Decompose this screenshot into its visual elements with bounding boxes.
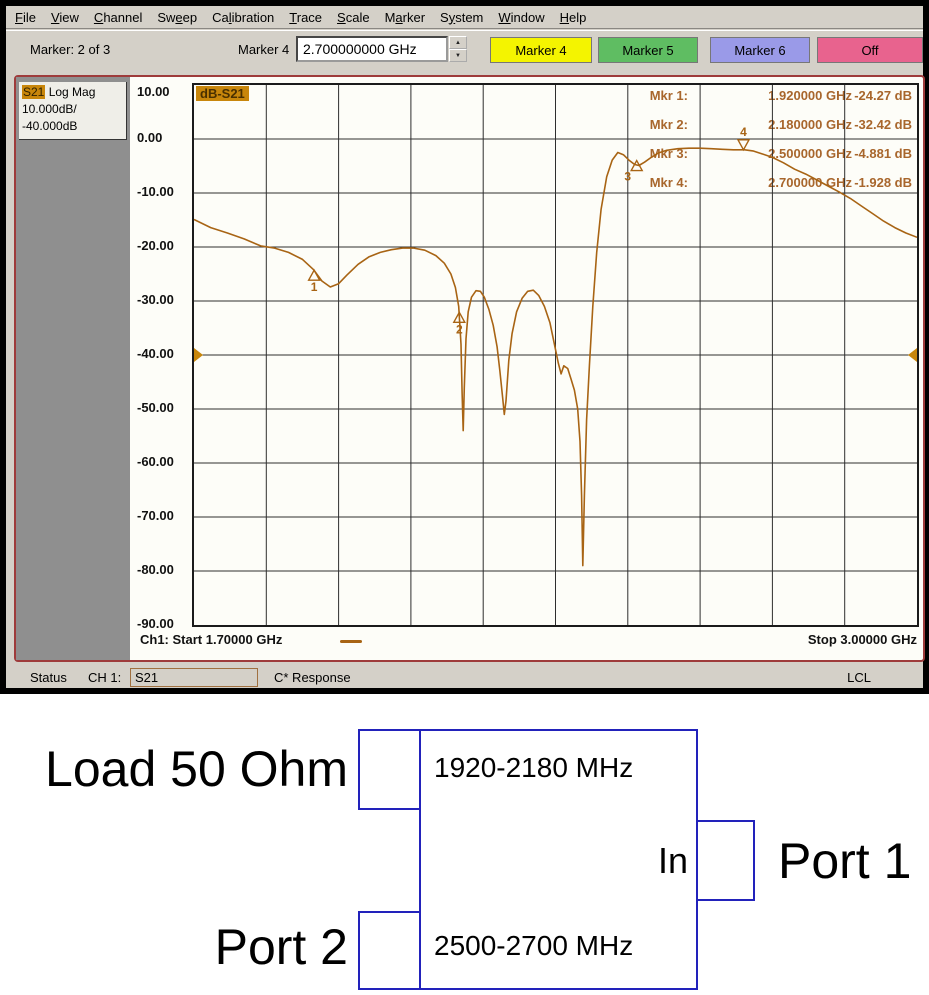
- trace-info-box[interactable]: S21 Log Mag 10.000dB/ -40.000dB: [19, 82, 127, 140]
- menu-bar: File View Channel Sweep Calibration Trace Scal…: [6, 6, 923, 29]
- input-label: In: [560, 840, 688, 882]
- y-axis-label: -80.00: [137, 562, 189, 578]
- port2-label: Port 2: [8, 918, 348, 976]
- vna-window: File View Channel Sweep Calibration Trace Scal…: [0, 0, 929, 694]
- off-button[interactable]: Off: [817, 37, 923, 63]
- marker-value-input[interactable]: [296, 36, 448, 62]
- active-trace-name: S21: [22, 85, 45, 99]
- status-trace-field[interactable]: S21: [130, 668, 258, 687]
- marker-field-label: Marker 4: [238, 42, 289, 57]
- menu-item-trace[interactable]: Trace: [289, 10, 322, 25]
- menu-item-scale[interactable]: Scale: [337, 10, 370, 25]
- y-axis-label: 10.00: [137, 84, 189, 100]
- menu-item-system[interactable]: System: [440, 10, 483, 25]
- marker-value-spinner: ▲ ▼: [449, 36, 467, 62]
- status-label: Status: [30, 670, 67, 685]
- trace-color-swatch-icon: [340, 640, 362, 643]
- marker-3-number: 3: [624, 170, 631, 184]
- spin-up-icon[interactable]: ▲: [449, 36, 467, 49]
- menu-item-view[interactable]: View: [51, 10, 79, 25]
- display-frame: S21 Log Mag 10.000dB/ -40.000dB dB-S21 1…: [14, 75, 925, 662]
- lcl-status: LCL: [847, 670, 871, 685]
- marker-status-text: Marker: 2 of 3: [30, 42, 110, 57]
- menu-item-window[interactable]: Window: [498, 10, 544, 25]
- ref-level-left-arrow-icon: [194, 348, 203, 362]
- port2-box: [358, 911, 421, 990]
- menu-item-marker[interactable]: Marker: [385, 10, 425, 25]
- y-axis-label: -30.00: [137, 292, 189, 308]
- y-axis-label: 0.00: [137, 130, 189, 146]
- load-label: Load 50 Ohm: [8, 740, 348, 798]
- status-bar: Status CH 1: S21 C* Response LCL: [6, 668, 923, 688]
- plot-area: dB-S21 1234 Mkr 1:1.920000 GHz-24.27 dBM…: [192, 83, 919, 627]
- channel-label: CH 1:: [88, 670, 121, 685]
- y-axis-label: -90.00: [137, 616, 189, 632]
- marker-6-button[interactable]: Marker 6: [710, 37, 810, 63]
- trace-title-badge: dB-S21: [196, 86, 249, 101]
- menu-item-calibration[interactable]: Calibration: [212, 10, 274, 25]
- y-axis-label: -20.00: [137, 238, 189, 254]
- sweep-stop-label: Stop 3.00000 GHz: [808, 632, 917, 647]
- trace-scale: 10.000dB/: [22, 101, 123, 118]
- spin-down-icon[interactable]: ▼: [449, 49, 467, 62]
- menu-item-help[interactable]: Help: [560, 10, 587, 25]
- top-band-label: 1920-2180 MHz: [434, 752, 633, 784]
- port1-box: [696, 820, 755, 901]
- trace-reference: -40.000dB: [22, 118, 123, 135]
- s21-trace-chart: 1 2 3 4: [194, 85, 917, 625]
- marker-4-triangle-icon: [738, 140, 749, 150]
- bottom-band-label: 2500-2700 MHz: [434, 930, 633, 962]
- port1-label: Port 1: [778, 832, 911, 890]
- trace-format: Log Mag: [45, 85, 95, 99]
- sweep-start-label: Ch1: Start 1.70000 GHz: [140, 632, 282, 647]
- menu-item-sweep[interactable]: Sweep: [157, 10, 197, 25]
- trace-list-panel: S21 Log Mag 10.000dB/ -40.000dB: [16, 77, 130, 660]
- marker-toolbar: Marker: 2 of 3 Marker 4 ▲ ▼ Marker 4Mark…: [6, 30, 923, 68]
- load-port-box: [358, 729, 421, 810]
- y-axis-label: -60.00: [137, 454, 189, 470]
- ref-level-right-arrow-icon: [908, 348, 917, 362]
- marker-1-number: 1: [311, 280, 318, 294]
- y-axis-label: -40.00: [137, 346, 189, 362]
- menu-item-file[interactable]: File: [15, 10, 36, 25]
- menu-item-channel[interactable]: Channel: [94, 10, 142, 25]
- y-axis-label: -70.00: [137, 508, 189, 524]
- y-axis-label: -50.00: [137, 400, 189, 416]
- marker-2-number: 2: [456, 322, 463, 336]
- marker-5-button[interactable]: Marker 5: [598, 37, 698, 63]
- marker-4-number: 4: [740, 125, 747, 139]
- y-axis-label: -10.00: [137, 184, 189, 200]
- correction-status: C* Response: [274, 670, 351, 685]
- marker-4-button[interactable]: Marker 4: [490, 37, 592, 63]
